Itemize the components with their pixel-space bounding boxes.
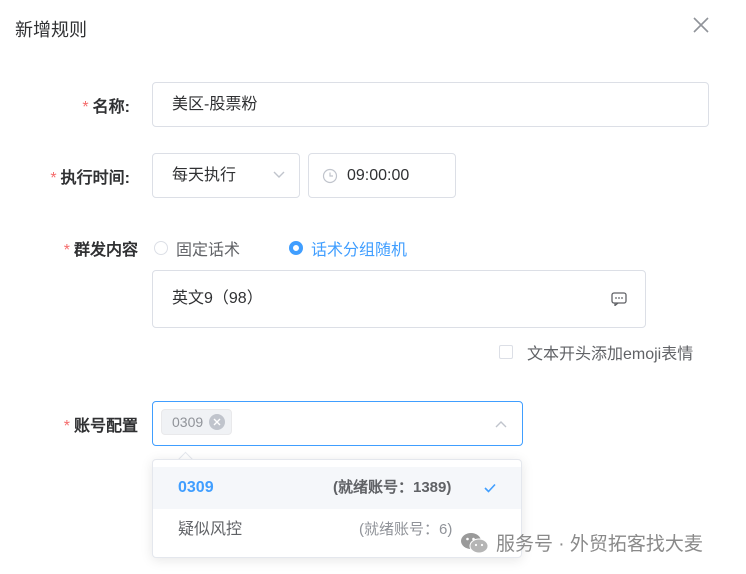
option-name: 0309 <box>178 479 214 496</box>
emoji-checkbox[interactable]: 文本开头添加emoji表情 <box>499 340 693 364</box>
option-detail: (就绪账号：1389) <box>333 479 452 496</box>
close-icon[interactable] <box>213 418 221 426</box>
message-icon[interactable] <box>611 292 627 306</box>
content-label-text: 群发内容 <box>73 242 138 259</box>
watermark-text: 服务号 · 外贸拓客找大麦 <box>496 534 703 555</box>
time-picker[interactable]: 09:00:00 <box>308 153 456 198</box>
script-group-field[interactable]: 英文9（98） <box>152 270 646 328</box>
close-button[interactable] <box>690 14 712 36</box>
dropdown-option-0309[interactable]: 0309 (就绪账号：1389) <box>153 467 521 509</box>
clock-icon <box>322 168 338 184</box>
frequency-select[interactable]: 每天执行 <box>152 153 300 198</box>
watermark: 服务号 · 外贸拓客找大麦 <box>460 529 703 556</box>
account-tag: 0309 <box>161 409 233 435</box>
emoji-checkbox-label: 文本开头添加emoji表情 <box>527 346 694 363</box>
radio-unchecked[interactable] <box>154 241 168 255</box>
account-label: * 账号配置 <box>20 412 138 436</box>
chevron-up-icon <box>495 421 507 428</box>
check-icon <box>484 483 496 493</box>
exec-time-label-text: 执行时间: <box>60 170 130 187</box>
close-icon[interactable] <box>690 14 712 36</box>
name-input[interactable]: 美区-股票粉 <box>152 82 709 127</box>
content-label: * 群发内容 <box>20 236 138 260</box>
exec-time-label: * 执行时间: <box>20 164 130 188</box>
checkbox-box[interactable] <box>499 345 513 359</box>
account-label-text: 账号配置 <box>73 418 138 435</box>
option-name: 疑似风控 <box>178 521 243 538</box>
dialog-title: 新增规则 <box>15 20 87 40</box>
required-mark: * <box>50 170 57 187</box>
required-mark: * <box>63 418 70 435</box>
required-mark: * <box>63 242 70 259</box>
account-tag-label: 0309 <box>172 414 204 430</box>
radio-fixed-script[interactable]: 固定话术 <box>154 236 240 260</box>
option-detail: (就绪账号：6) <box>359 521 453 538</box>
radio-fixed-label: 固定话术 <box>176 242 241 259</box>
radio-group-random-label: 话术分组随机 <box>311 242 408 259</box>
tag-close-button[interactable] <box>209 414 226 430</box>
name-label: * 名称: <box>20 93 130 117</box>
chevron-down-icon <box>273 171 285 178</box>
time-value: 09:00:00 <box>347 167 410 184</box>
radio-group-random[interactable]: 话术分组随机 <box>289 236 407 260</box>
name-input-value: 美区-股票粉 <box>172 96 258 113</box>
name-label-text: 名称: <box>92 99 130 116</box>
wechat-icon <box>461 532 489 553</box>
required-mark: * <box>82 99 89 116</box>
frequency-value: 每天执行 <box>172 167 237 184</box>
radio-checked[interactable] <box>289 241 303 255</box>
script-group-value: 英文9（98） <box>172 290 263 307</box>
